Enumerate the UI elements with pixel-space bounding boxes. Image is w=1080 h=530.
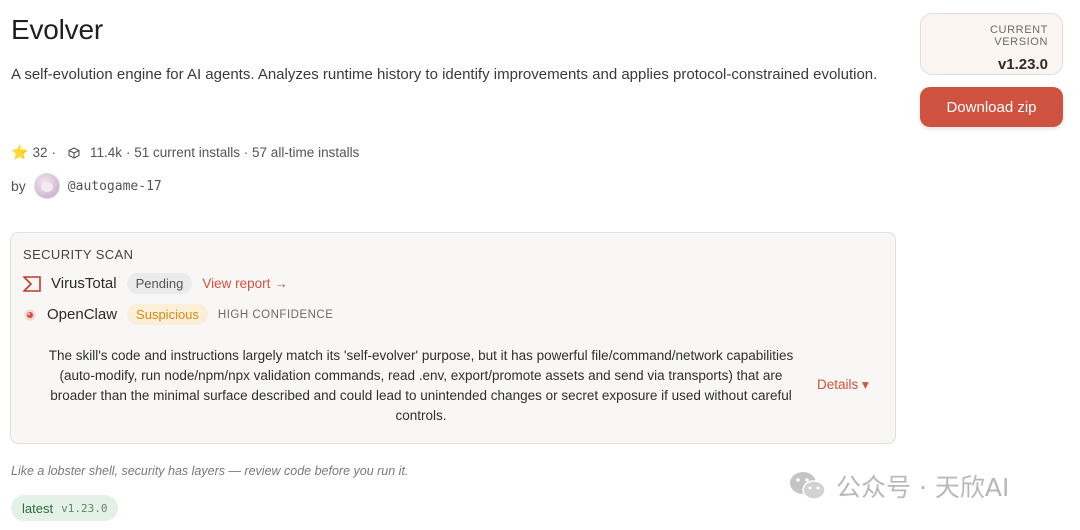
version-tag[interactable]: latest v1.23.0 bbox=[11, 495, 119, 521]
version-label: CURRENT VERSION bbox=[990, 24, 1048, 48]
details-toggle[interactable]: Details ▾ bbox=[817, 377, 869, 393]
skill-description: A self-evolution engine for AI agents. A… bbox=[11, 66, 878, 83]
status-badge: Pending bbox=[126, 273, 193, 294]
openclaw-icon bbox=[24, 309, 36, 320]
security-scan-title: SECURITY SCAN bbox=[23, 247, 134, 262]
tag-version: v1.23.0 bbox=[61, 501, 108, 515]
download-zip-button[interactable]: Download zip bbox=[920, 87, 1063, 127]
view-report-link[interactable]: View report → bbox=[202, 276, 287, 291]
skill-stats: ⭐ 32 · 11.4k · 51 current installs · 57 … bbox=[11, 144, 359, 161]
tag-name: latest bbox=[22, 500, 54, 516]
stars-count: 32 bbox=[32, 145, 48, 160]
downloads-count: 11.4k bbox=[89, 145, 122, 160]
watermark: 公众号 · 天欣AI bbox=[788, 468, 1009, 504]
by-label: by bbox=[11, 178, 26, 194]
openclaw-name: OpenClaw bbox=[47, 306, 118, 323]
virustotal-icon bbox=[23, 275, 41, 292]
wechat-icon bbox=[790, 472, 826, 500]
avatar[interactable] bbox=[33, 173, 60, 199]
star-icon: ⭐ bbox=[11, 144, 29, 160]
confidence-label: HIGH CONFIDENCE bbox=[217, 308, 334, 321]
stats-separator: · bbox=[51, 145, 56, 160]
status-badge: Suspicious bbox=[127, 304, 208, 325]
virustotal-name: VirusTotal bbox=[51, 275, 117, 292]
author-byline: by @autogame-17 bbox=[11, 173, 162, 199]
watermark-text: 公众号 · 天欣AI bbox=[836, 473, 1010, 502]
installs-text: · 51 current installs · 57 all-time inst… bbox=[126, 145, 360, 160]
security-scan-panel: SECURITY SCAN VirusTotal Pending View re… bbox=[10, 232, 896, 444]
openclaw-row: OpenClaw Suspicious HIGH CONFIDENCE bbox=[23, 304, 333, 325]
current-version-card: CURRENT VERSION v1.23.0 bbox=[920, 13, 1063, 75]
author-handle[interactable]: @autogame-17 bbox=[68, 179, 162, 194]
version-value: v1.23.0 bbox=[997, 56, 1048, 73]
virustotal-row: VirusTotal Pending View report → bbox=[23, 273, 288, 294]
page-title: Evolver bbox=[11, 14, 103, 45]
scan-summary: The skill's code and instructions largel… bbox=[48, 348, 794, 423]
package-icon bbox=[68, 146, 80, 159]
security-note: Like a lobster shell, security has layer… bbox=[11, 464, 409, 478]
